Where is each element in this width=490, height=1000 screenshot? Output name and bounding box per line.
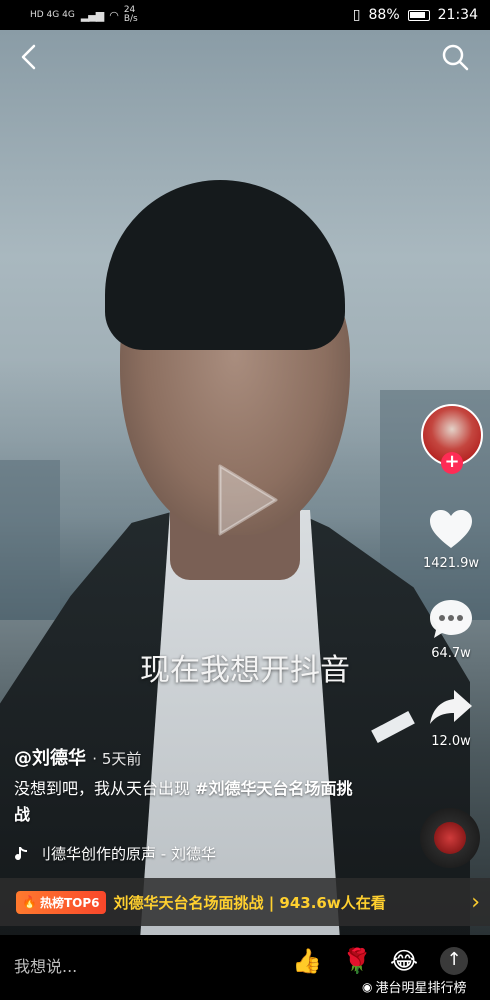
caption-text: 没想到吧，我从天台出现 <box>14 779 196 798</box>
comment-input[interactable]: 我想说... <box>14 953 77 977</box>
hot-badge-label: 热榜TOP6 <box>39 895 100 910</box>
network-indicators: HD 4G 4G ▂▄▆ ◠ 24 B/s <box>30 6 138 24</box>
heart-icon <box>430 510 472 548</box>
thumbs-up-emoji-icon[interactable]: 👍 <box>292 947 322 975</box>
watermark: ◉ 港台明星排行榜 <box>362 977 467 997</box>
play-button[interactable] <box>212 460 282 540</box>
back-button[interactable] <box>14 42 44 72</box>
wifi-icon: ◠ <box>109 8 119 22</box>
share-button[interactable]: 12.0w <box>418 686 484 749</box>
share-arrow-icon <box>430 690 472 724</box>
person-hair <box>105 180 345 350</box>
status-right: ▯ 88% 21:34 <box>353 7 478 23</box>
chevron-right-icon: › <box>471 889 480 915</box>
comment-icon <box>430 600 472 638</box>
network-label: HD 4G 4G <box>30 10 75 20</box>
video-subtitle: 现在我想开抖音 <box>140 653 350 688</box>
music-disc-cover <box>434 822 466 854</box>
watermark-text: 港台明星排行榜 <box>375 981 467 996</box>
music-disc[interactable] <box>420 808 480 868</box>
status-bar: HD 4G 4G ▂▄▆ ◠ 24 B/s ▯ 88% 21:34 <box>0 0 490 30</box>
follow-button[interactable]: + <box>441 452 463 474</box>
post-time: · 5天前 <box>92 750 142 768</box>
share-count: 12.0w <box>431 734 471 749</box>
vibrate-icon: ▯ <box>352 7 361 23</box>
music-note-icon <box>15 846 27 860</box>
wechat-icon: ◉ <box>362 979 373 994</box>
post-author[interactable]: @刘德华 · 5天前 <box>14 744 141 770</box>
net-speed: 24 B/s <box>123 5 138 24</box>
like-button[interactable]: 1421.9w <box>418 508 484 571</box>
hot-badge: 🔥 热榜TOP6 <box>16 890 106 914</box>
like-count: 1421.9w <box>422 556 480 571</box>
clock: 21:34 <box>437 7 478 23</box>
comment-button[interactable]: 64.7w <box>418 598 484 661</box>
building <box>0 460 60 620</box>
bottom-comment-bar: 我想说... 👍 🌹 😂 ↑ ◉ 港台明星排行榜 <box>0 935 490 1000</box>
post-caption: 没想到吧，我从天台出现 #刘德华天台名场面挑战 <box>14 776 364 828</box>
signal-icon: ▂▄▆ <box>80 8 104 22</box>
comment-count: 64.7w <box>431 646 471 661</box>
rose-emoji-icon[interactable]: 🌹 <box>342 947 372 975</box>
laughing-emoji-icon[interactable]: 😂 <box>390 947 418 975</box>
arrow-up-icon[interactable]: ↑ <box>440 947 468 975</box>
battery-percent: 88% <box>368 7 400 23</box>
search-icon <box>442 44 469 71</box>
play-icon <box>218 464 278 536</box>
music-info[interactable]: 刂德华创作的原声 - 刘德华 <box>14 843 216 864</box>
music-title: 刂德华创作的原声 - 刘德华 <box>36 845 216 863</box>
hot-ranking-banner[interactable]: 🔥 热榜TOP6 刘德华天台名场面挑战 | 943.6w人在看 › <box>0 878 490 926</box>
author-name[interactable]: @刘德华 <box>14 748 86 769</box>
hot-topic-text: 刘德华天台名场面挑战 | 943.6w人在看 <box>113 893 386 912</box>
chevron-left-icon <box>21 44 36 70</box>
fire-icon: 🔥 <box>22 895 37 909</box>
battery-icon <box>407 9 430 21</box>
search-button[interactable] <box>440 42 470 72</box>
